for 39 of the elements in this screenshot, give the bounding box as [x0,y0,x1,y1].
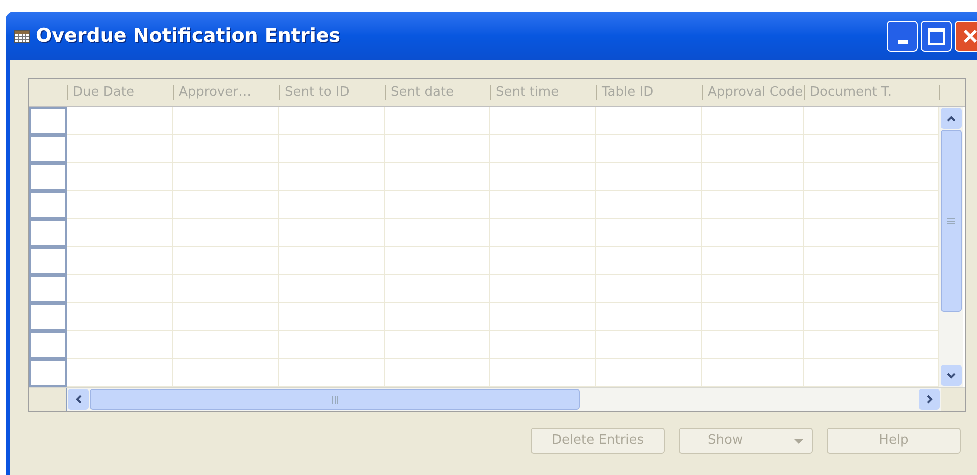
grip-icon [947,218,955,224]
column-header[interactable]: Table ID [596,85,702,100]
row-selector[interactable] [29,107,67,135]
horizontal-scrollbar[interactable] [67,388,941,411]
scroll-right-button[interactable] [919,389,940,410]
close-button[interactable] [955,20,977,52]
row-selector[interactable] [29,331,67,359]
scroll-thumb[interactable] [940,130,962,312]
corner-cell [29,388,67,411]
caret-icon [794,438,804,444]
grip-icon [332,396,338,404]
row-selector[interactable] [29,163,67,191]
row-selector[interactable] [29,191,67,219]
corner-cell [941,388,965,411]
minimize-icon [898,40,908,44]
column-header[interactable]: Due Date [67,85,173,100]
column-header[interactable]: Document T. [804,85,939,100]
scroll-up-button[interactable] [940,108,962,129]
column-header[interactable]: Approval Code [702,85,804,100]
column-header[interactable]: Sent time [490,85,596,100]
scroll-thumb[interactable] [90,389,580,410]
row-selector[interactable] [29,303,67,331]
minimize-button[interactable] [887,20,918,52]
close-icon [963,28,977,44]
column-header[interactable]: Sent to ID [279,85,385,100]
row-selector[interactable] [29,247,67,275]
scroll-left-button[interactable] [68,389,89,410]
scroll-down-button[interactable] [940,365,962,386]
row-selector[interactable] [29,219,67,247]
row-selector[interactable] [29,275,67,303]
maximize-button[interactable] [921,20,952,52]
window-title: Overdue Notification Entries [36,24,341,49]
column-header[interactable]: Sent date [385,85,490,100]
table-icon [14,30,30,42]
vertical-scrollbar[interactable] [939,107,963,387]
column-header[interactable]: Approver… [173,85,279,100]
row-selector[interactable] [29,135,67,163]
row-selector[interactable] [29,359,67,387]
maximize-icon [928,28,945,44]
